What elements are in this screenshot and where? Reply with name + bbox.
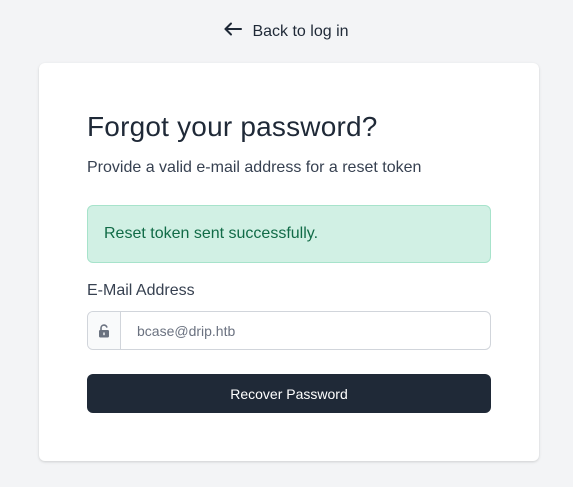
forgot-password-card: Forgot your password? Provide a valid e-… (39, 63, 539, 461)
success-alert-message: Reset token sent successfully. (104, 225, 319, 242)
page-title: Forgot your password? (87, 111, 378, 142)
page-subtitle: Provide a valid e-mail address for a res… (87, 159, 422, 176)
unlock-icon (88, 312, 121, 349)
arrow-left-icon (224, 22, 243, 41)
email-input[interactable] (121, 312, 490, 349)
back-to-login-link[interactable]: Back to log in (0, 22, 573, 41)
back-to-login-label: Back to log in (252, 22, 349, 40)
recover-password-button[interactable]: Recover Password (87, 374, 491, 413)
email-input-group (87, 311, 491, 350)
email-label: E-Mail Address (87, 282, 195, 299)
success-alert: Reset token sent successfully. (87, 205, 491, 263)
